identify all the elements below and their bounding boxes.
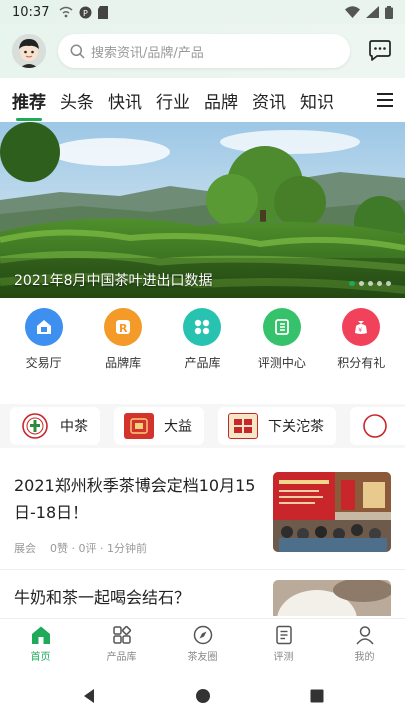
quick-nav-review-center[interactable]: 评测中心	[244, 308, 320, 384]
quick-nav: 交易厅 R 品牌库 产品库 评测中心 ¥ 积分有礼	[0, 308, 405, 384]
tab-industry[interactable]: 行业	[156, 88, 190, 113]
quick-nav-label: 交易厅	[25, 356, 62, 370]
signal-icon	[366, 6, 379, 18]
search-icon	[70, 44, 85, 59]
quick-nav-label: 品牌库	[105, 356, 142, 370]
bottom-tab-bar: 首页 产品库 茶友圈 评测 我的	[0, 618, 405, 672]
article-comments: 0评	[78, 542, 97, 555]
compass-icon	[193, 625, 212, 645]
tab-news[interactable]: 资讯	[252, 88, 286, 113]
bottom-tab-label: 评测	[273, 652, 294, 663]
tab-knowledge[interactable]: 知识	[300, 88, 334, 113]
brand-strip: 中茶 大益 下关沱茶	[0, 404, 405, 448]
bottom-tab-tea-friends[interactable]: 茶友圈	[162, 619, 243, 672]
profile-icon	[355, 626, 374, 645]
quick-nav-label: 评测中心	[257, 356, 306, 370]
brand-name: 下关沱茶	[268, 419, 324, 435]
back-icon[interactable]	[81, 688, 97, 704]
system-navigation-bar	[0, 672, 405, 720]
svg-text:R: R	[119, 322, 128, 335]
tab-brands[interactable]: 品牌	[204, 88, 238, 113]
search-placeholder: 搜索资讯/品牌/产品	[91, 45, 204, 61]
bottom-tab-label: 我的	[354, 652, 375, 663]
tab-flash-news[interactable]: 快讯	[108, 88, 142, 113]
wifi-off-icon	[59, 6, 73, 18]
bottom-tab-label: 首页	[30, 652, 51, 663]
bottom-tab-products[interactable]: 产品库	[81, 619, 162, 672]
avatar-icon	[12, 34, 46, 68]
article-time: 1分钟前	[107, 542, 147, 555]
tab-menu-icon[interactable]	[377, 93, 393, 107]
quick-nav-brand-library[interactable]: R 品牌库	[85, 308, 161, 384]
brand-chip-dayi[interactable]: 大益	[114, 407, 204, 445]
dayi-logo-icon	[124, 413, 154, 439]
home-circle-icon[interactable]	[195, 688, 211, 704]
zhongcha-logo-icon	[20, 413, 50, 439]
app-notification-icon: P	[79, 6, 92, 18]
quick-nav-product-library[interactable]: 产品库	[164, 308, 240, 384]
brand-name: 大益	[164, 419, 192, 435]
status-icons-right	[345, 5, 393, 19]
tab-headlines[interactable]: 头条	[60, 88, 94, 113]
article-category: 展会	[14, 542, 36, 555]
bottom-tab-label: 产品库	[106, 652, 137, 663]
wifi-icon	[345, 6, 360, 18]
brand-name: 中茶	[60, 419, 88, 435]
sd-card-icon	[98, 5, 109, 19]
bottom-tab-label: 茶友圈	[187, 652, 218, 663]
products-grid-icon	[112, 625, 131, 644]
banner-caption: 2021年8月中国茶叶进出口数据	[14, 273, 213, 289]
home-icon	[31, 626, 50, 644]
quick-nav-trading-hall[interactable]: 交易厅	[6, 308, 82, 384]
battery-icon	[385, 5, 393, 19]
article-card[interactable]: 2021郑州秋季茶博会定档10月15日-18日！ 展会 0赞 · 0评 · 1分…	[0, 462, 405, 570]
bottom-tab-profile[interactable]: 我的	[324, 619, 405, 672]
svg-text:P: P	[83, 9, 88, 18]
banner-carousel[interactable]: 2021年8月中国茶叶进出口数据	[0, 122, 405, 298]
grid-icon	[183, 308, 222, 346]
quick-nav-points-gifts[interactable]: ¥ 积分有礼	[323, 308, 399, 384]
svg-text:¥: ¥	[359, 327, 363, 334]
user-avatar[interactable]	[12, 34, 46, 68]
banner-indicator	[349, 281, 391, 286]
top-header: 搜索资讯/品牌/产品	[0, 24, 405, 78]
bottom-tab-home[interactable]: 首页	[0, 619, 81, 672]
bottom-tab-reviews[interactable]: 评测	[243, 619, 324, 672]
brand-chip-zhongcha[interactable]: 中茶	[10, 407, 100, 445]
brand-logo-partial-icon	[360, 413, 390, 439]
recents-icon[interactable]	[309, 688, 325, 704]
gift-bag-icon: ¥	[342, 308, 381, 346]
category-tabs: 推荐 头条 快讯 行业 品牌 资讯 知识	[0, 78, 405, 122]
article-thumbnail	[273, 472, 391, 552]
xiaguan-logo-icon	[228, 413, 258, 439]
article-title: 牛奶和茶一起喝会结石？	[14, 588, 191, 607]
article-title: 2021郑州秋季茶博会定档10月15日-18日！	[14, 476, 256, 522]
brand-chip-partial[interactable]	[350, 407, 405, 445]
brand-chip-xiaguan[interactable]: 下关沱茶	[218, 407, 336, 445]
tab-recommend[interactable]: 推荐	[12, 88, 46, 121]
quick-nav-label: 产品库	[184, 356, 221, 370]
brand-r-icon: R	[104, 308, 143, 346]
quick-nav-label: 积分有礼	[337, 356, 386, 370]
article-meta: 展会 0赞 · 0评 · 1分钟前	[14, 542, 147, 555]
message-icon[interactable]	[367, 38, 393, 64]
status-icons-left: P	[59, 5, 109, 19]
article-feed: 2021郑州秋季茶博会定档10月15日-18日！ 展会 0赞 · 0评 · 1分…	[0, 462, 405, 616]
article-card[interactable]: 牛奶和茶一起喝会结石？	[0, 570, 405, 616]
article-thumbnail	[273, 580, 391, 616]
status-bar: 10:37 P	[0, 0, 405, 24]
house-icon	[24, 308, 63, 346]
review-doc-icon	[275, 625, 292, 645]
document-icon	[262, 308, 301, 346]
article-likes: 0赞	[50, 542, 68, 555]
status-time: 10:37	[12, 4, 50, 20]
search-bar[interactable]: 搜索资讯/品牌/产品	[58, 34, 350, 68]
